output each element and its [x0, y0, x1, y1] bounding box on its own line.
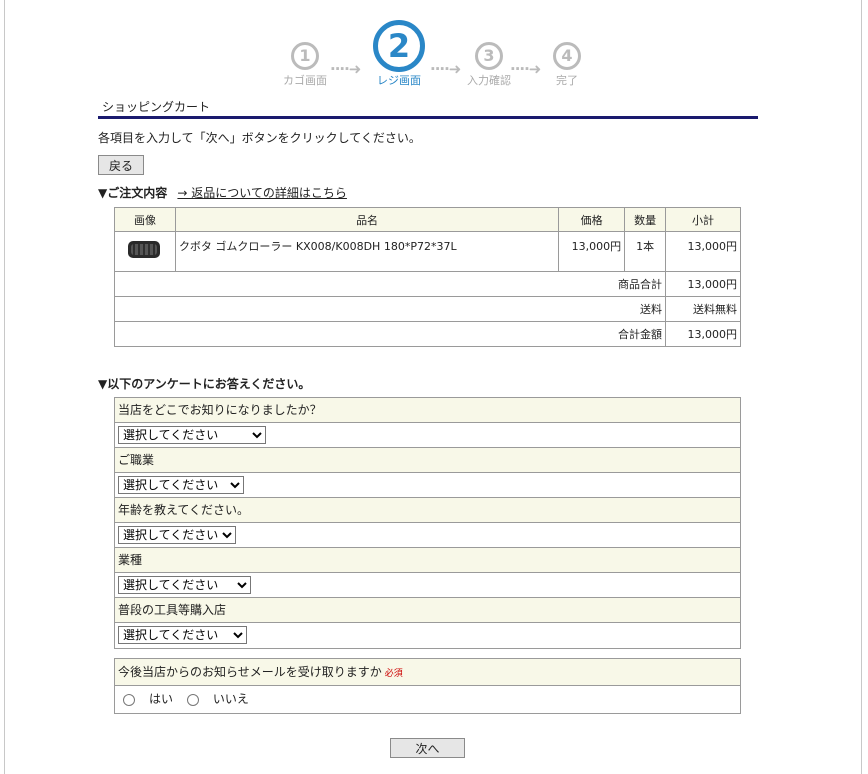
industry-select[interactable]: 選択してください — [118, 576, 251, 594]
col-image: 画像 — [114, 207, 176, 232]
product-qty: 1本 — [624, 231, 667, 272]
grand-total-row: 合計金額 13,000円 — [113, 321, 741, 347]
shipping-value: 送料無料 — [665, 296, 741, 322]
product-name: クボタ ゴムクローラー KX008/K008DH 180*P72*37L — [174, 231, 560, 272]
occupation-select[interactable]: 選択してください — [118, 476, 244, 494]
survey-answer-industry: 選択してください — [115, 573, 740, 598]
col-subtotal: 小計 — [665, 207, 741, 232]
step-complete: 4 完了 — [532, 20, 602, 88]
newsletter-question: 今後当店からのお知らせメールを受け取りますか 必須 — [115, 659, 740, 686]
newsletter-question-text: 今後当店からのお知らせメールを受け取りますか — [118, 665, 382, 679]
survey-question-age: 年齢を教えてください。 — [115, 498, 740, 523]
step-arrow-icon: ····➜ — [330, 60, 361, 78]
col-price: 価格 — [558, 207, 626, 232]
grand-total-label: 合計金額 — [113, 321, 667, 347]
left-frame-border — [4, 0, 5, 774]
rubber-crawler-image — [127, 241, 160, 258]
store-select[interactable]: 選択してください — [118, 626, 247, 644]
page-title: ショッピングカート — [98, 100, 758, 119]
step-number: 1 — [291, 42, 319, 70]
next-button[interactable]: 次へ — [390, 738, 465, 758]
instruction-text: 各項目を入力して「次へ」ボタンをクリックしてください。 — [98, 131, 421, 145]
product-price: 13,000円 — [558, 231, 626, 272]
cart-header-row: 画像 品名 価格 数量 小計 — [114, 207, 741, 232]
step-number: 4 — [553, 42, 581, 70]
col-name: 品名 — [174, 207, 560, 232]
col-qty: 数量 — [624, 207, 667, 232]
survey-answer-age: 選択してください — [115, 523, 740, 548]
survey-form: 当店をどこでお知りになりましたか？ 選択してください ご職業 選択してください … — [114, 397, 741, 649]
step-number: 2 — [373, 20, 425, 72]
step-label: 完了 — [556, 74, 578, 87]
survey-question-store: 普段の工具等購入店 — [115, 598, 740, 623]
product-total-value: 13,000円 — [665, 271, 741, 297]
product-total-row: 商品合計 13,000円 — [113, 271, 741, 297]
right-frame-border — [861, 0, 862, 774]
survey-answer-store: 選択してください — [115, 623, 740, 648]
shipping-label: 送料 — [113, 296, 667, 322]
shipping-row: 送料 送料無料 — [113, 296, 741, 322]
radio-yes-label[interactable]: はい — [149, 692, 173, 706]
cart-table: 画像 品名 価格 数量 小計 クボタ ゴムクローラー KX008/K008DH … — [113, 207, 741, 347]
source-select[interactable]: 選択してください — [118, 426, 266, 444]
step-number: 3 — [475, 42, 503, 70]
product-total-label: 商品合計 — [113, 271, 667, 297]
step-label: レジ画面 — [377, 74, 421, 87]
order-heading-text: ▼ご注文内容 — [98, 186, 168, 200]
survey-section-heading: ▼以下のアンケートにお答えください。 — [98, 377, 311, 391]
radio-no-label[interactable]: いいえ — [213, 692, 249, 706]
table-row: クボタ ゴムクローラー KX008/K008DH 180*P72*37L 13,… — [114, 231, 741, 272]
product-thumbnail[interactable] — [114, 231, 176, 272]
survey-question-industry: 業種 — [115, 548, 740, 573]
radio-no[interactable] — [186, 693, 199, 706]
radio-yes[interactable] — [123, 693, 135, 706]
step-register: 2 レジ画面 — [364, 20, 434, 88]
return-policy-link[interactable]: → 返品についての詳細はこちら — [177, 186, 347, 200]
checkout-stepper: 1 カゴ画面 ····➜ 2 レジ画面 ····➜ 3 入力確認 ····➜ 4… — [270, 20, 600, 90]
order-section-heading: ▼ご注文内容 → 返品についての詳細はこちら — [98, 184, 347, 201]
product-subtotal: 13,000円 — [665, 231, 741, 272]
newsletter-options: はい いいえ — [115, 686, 740, 713]
survey-question-source: 当店をどこでお知りになりましたか？ — [115, 398, 740, 423]
required-badge: 必須 — [384, 669, 403, 679]
grand-total-value: 13,000円 — [665, 321, 741, 347]
newsletter-box: 今後当店からのお知らせメールを受け取りますか 必須 はい いいえ — [114, 658, 741, 714]
survey-question-occupation: ご職業 — [115, 448, 740, 473]
survey-answer-source: 選択してください — [115, 423, 740, 448]
back-button[interactable]: 戻る — [98, 155, 144, 175]
age-select[interactable]: 選択してください — [118, 526, 236, 544]
survey-answer-occupation: 選択してください — [115, 473, 740, 498]
